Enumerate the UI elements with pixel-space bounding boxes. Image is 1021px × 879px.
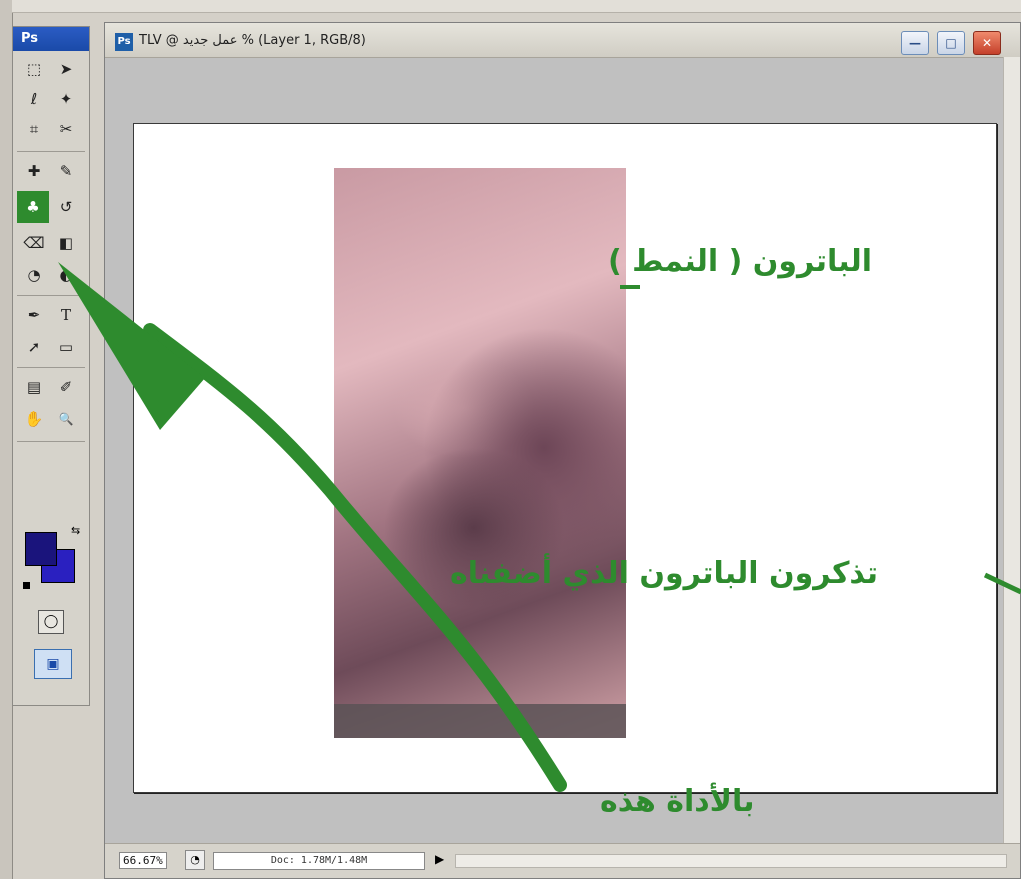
shape-tool-icon[interactable]: ▭: [53, 335, 79, 359]
vertical-scrollbar[interactable]: [1003, 57, 1020, 845]
palette-header[interactable]: Ps: [13, 27, 89, 51]
minimize-button[interactable]: —: [901, 31, 929, 55]
notes-tool-icon[interactable]: ▤: [21, 375, 47, 399]
type-tool-icon[interactable]: T: [53, 303, 79, 327]
eyedropper-tool-icon[interactable]: ✐: [53, 375, 79, 399]
horizontal-scrollbar[interactable]: [455, 854, 1007, 868]
crop-tool-icon[interactable]: ⌗: [21, 117, 47, 141]
status-menu-arrow-icon[interactable]: ▶: [435, 852, 444, 866]
brush-tool-icon[interactable]: ✎: [53, 159, 79, 183]
maximize-button[interactable]: □: [937, 31, 965, 55]
photo-layer: [334, 168, 626, 738]
photoshop-doc-icon: Ps: [115, 33, 133, 51]
swap-colors-icon[interactable]: ⇆: [71, 524, 80, 537]
gradient-tool-icon[interactable]: ◧: [53, 231, 79, 255]
slice-tool-icon[interactable]: ✂: [53, 117, 79, 141]
document-title: TLV @ عمل جديد % (Layer 1, RGB/8): [139, 33, 366, 48]
image-canvas[interactable]: [133, 123, 997, 793]
path-selection-tool-icon[interactable]: ➚: [21, 335, 47, 359]
toolbox-separator: [17, 367, 85, 368]
document-window: Ps TLV @ عمل جديد % (Layer 1, RGB/8) — □…: [104, 22, 1021, 879]
toolbox-separator: [17, 151, 85, 152]
history-brush-tool-icon[interactable]: ↺: [53, 195, 79, 219]
annotation-remember-pattern: تذكرون الباترون الذي أضفناه: [450, 556, 878, 591]
magic-wand-tool-icon[interactable]: ✦: [53, 87, 79, 111]
annotation-with-this-tool: بالأداة هذه: [600, 784, 755, 819]
annotation-pattern-stamp: الباترون ( النمط ): [608, 244, 873, 279]
zoom-level[interactable]: 66.67%: [119, 852, 167, 869]
status-bar: 66.67% ◔ Doc: 1.78M/1.48M ▶: [105, 843, 1020, 878]
options-bar-strip: [12, 0, 1021, 13]
pen-tool-icon[interactable]: ✒: [21, 303, 47, 327]
doc-size-info: Doc: 1.78M/1.48M: [213, 852, 425, 870]
hand-tool-icon[interactable]: ✋: [21, 407, 47, 431]
close-button[interactable]: ✕: [973, 31, 1001, 55]
foreground-color-swatch[interactable]: [25, 532, 57, 566]
quick-mask-icon[interactable]: ◯: [38, 610, 64, 634]
move-tool-icon[interactable]: ➤: [53, 57, 79, 81]
toolbox-separator: [17, 295, 85, 296]
status-info-icon[interactable]: ◔: [185, 850, 205, 870]
dodge-tool-icon[interactable]: ◐: [53, 263, 79, 287]
healing-brush-tool-icon[interactable]: ✚: [21, 159, 47, 183]
photo-bottom-band: [334, 704, 626, 738]
tools-palette: Ps ⬚ ➤ ℓ ✦ ⌗ ✂ ✚ ✎ ♣ ↺ ⌫ ◧ ◔ ◐ ✒ T ➚ ▭ ▤…: [12, 26, 90, 706]
lasso-tool-icon[interactable]: ℓ: [21, 87, 47, 111]
pattern-stamp-tool-icon[interactable]: ♣: [17, 191, 49, 223]
document-titlebar[interactable]: Ps TLV @ عمل جديد % (Layer 1, RGB/8) — □…: [105, 23, 1020, 58]
marquee-tool-icon[interactable]: ⬚: [21, 57, 47, 81]
toolbox-separator: [17, 441, 85, 442]
eraser-tool-icon[interactable]: ⌫: [21, 231, 47, 255]
screen-mode-icon[interactable]: ▣: [34, 649, 72, 679]
blur-tool-icon[interactable]: ◔: [21, 263, 47, 287]
zoom-tool-icon[interactable]: 🔍: [53, 407, 79, 431]
default-colors-icon[interactable]: [23, 582, 30, 589]
